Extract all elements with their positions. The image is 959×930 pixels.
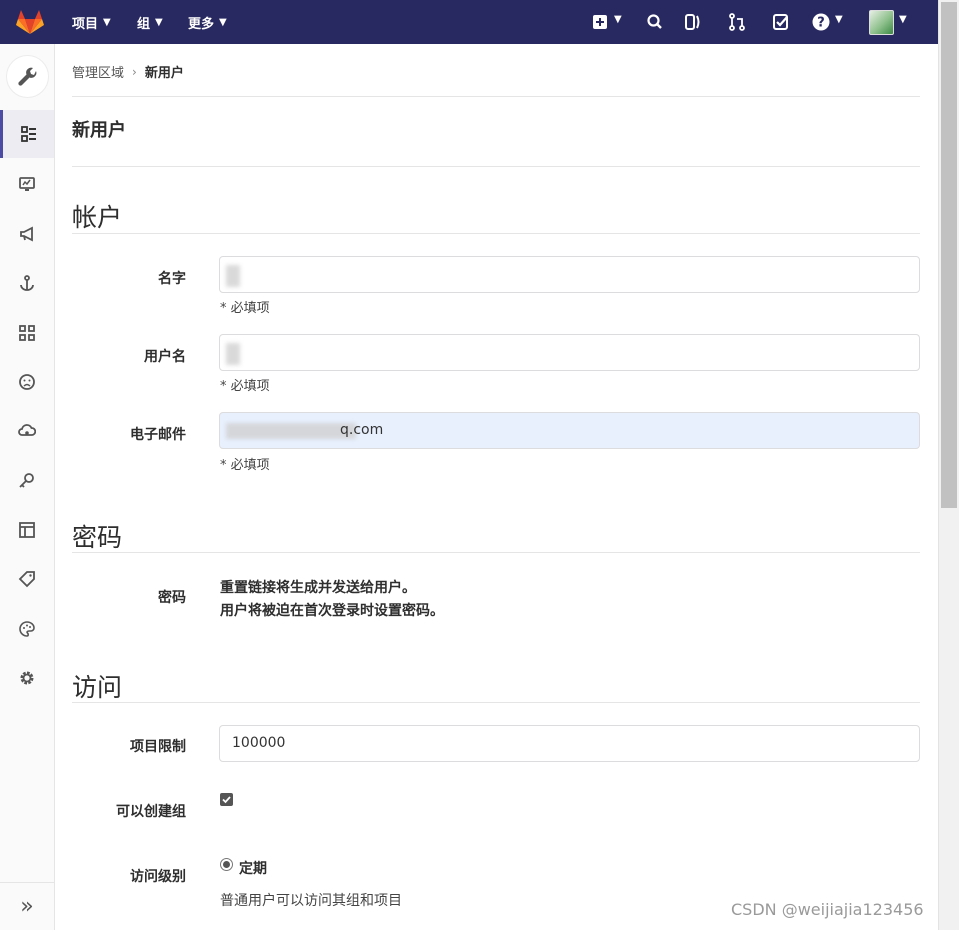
nav-more-label: 更多 (188, 16, 215, 32)
sidebar-abuse-reports-face-icon[interactable] (0, 358, 54, 406)
sidebar-overview-icon[interactable] (0, 110, 54, 158)
password-label: 密码 (158, 590, 186, 606)
chevron-right-icon: › (132, 64, 137, 79)
breadcrumb-admin-area-link[interactable]: 管理区域 (72, 62, 124, 81)
issues-icon[interactable] (683, 12, 703, 32)
redacted-value (226, 343, 240, 365)
nav-groups-label: 组 (137, 16, 151, 32)
merge-request-icon[interactable] (727, 12, 747, 32)
sidebar-collapse-chevrons-icon[interactable]: » (0, 882, 54, 930)
divider (72, 96, 920, 97)
sidebar-applications-grid-icon[interactable] (0, 309, 54, 357)
divider (72, 702, 920, 703)
nav-projects-dropdown[interactable]: 项目 ▼ (72, 0, 111, 44)
divider (72, 233, 920, 234)
sidebar-messages-megaphone-icon[interactable] (0, 210, 54, 258)
todo-check-icon[interactable] (771, 12, 791, 32)
nav-projects-label: 项目 (72, 16, 99, 32)
sidebar-appearance-palette-icon[interactable] (0, 605, 54, 653)
can-create-group-checkbox[interactable] (220, 793, 233, 806)
account-section-title: 帐户 (72, 203, 123, 232)
sidebar-service-templates-icon[interactable] (0, 506, 54, 554)
breadcrumb: 管理区域 › 新用户 (72, 62, 184, 82)
page-scrollbar[interactable] (938, 0, 959, 930)
username-required-hint: * 必填项 (220, 379, 270, 394)
nav-groups-dropdown[interactable]: 组 ▼ (137, 0, 163, 44)
access-level-regular-radio[interactable] (220, 858, 233, 871)
top-navbar: 项目 ▼ 组 ▼ 更多 ▼ ▼ ? ▼ ▼ (0, 0, 938, 44)
chevron-down-icon[interactable]: ▼ (835, 14, 843, 25)
divider (72, 166, 920, 167)
redacted-value (226, 423, 356, 439)
access-section-title: 访问 (72, 673, 123, 702)
projects-limit-label: 项目限制 (130, 739, 186, 755)
username-label: 用户名 (144, 349, 186, 365)
access-level-help: 普通用户可以访问其组和项目 (220, 893, 402, 909)
page-title: 新用户 (72, 120, 126, 141)
chevron-down-icon[interactable]: ▼ (899, 14, 907, 25)
user-avatar[interactable] (869, 10, 894, 35)
name-label: 名字 (158, 271, 186, 287)
projects-limit-input[interactable]: 100000 (219, 725, 920, 762)
help-icon[interactable]: ? (811, 12, 831, 32)
scrollbar-thumb[interactable] (941, 2, 957, 508)
password-note-line2: 用户将被迫在首次登录时设置密码。 (220, 603, 444, 619)
email-input[interactable]: q.com (219, 412, 920, 449)
access-level-regular-label[interactable]: 定期 (239, 858, 267, 878)
watermark: CSDN @weijiajia123456 (731, 900, 924, 919)
nav-more-dropdown[interactable]: 更多 ▼ (188, 0, 227, 44)
sidebar-monitoring-icon[interactable] (0, 160, 54, 208)
name-required-hint: * 必填项 (220, 301, 270, 316)
password-section-title: 密码 (72, 523, 123, 552)
username-input[interactable] (219, 334, 920, 371)
chevron-down-icon: ▼ (155, 16, 163, 28)
chevron-down-icon: ▼ (103, 16, 111, 28)
sidebar-deploy-keys-key-icon[interactable] (0, 457, 54, 505)
redacted-value (226, 265, 240, 287)
name-input[interactable] (219, 256, 920, 293)
sidebar-labels-tag-icon[interactable] (0, 555, 54, 603)
email-label: 电子邮件 (130, 427, 186, 443)
chevron-down-icon[interactable]: ▼ (614, 14, 622, 25)
sidebar-settings-gear-icon[interactable] (0, 654, 54, 702)
sidebar-hooks-anchor-icon[interactable] (0, 259, 54, 307)
admin-wrench-icon[interactable] (6, 55, 49, 98)
divider (72, 552, 920, 553)
admin-sidebar: » (0, 44, 55, 930)
email-required-hint: * 必填项 (220, 458, 270, 473)
can-create-group-label: 可以创建组 (116, 804, 186, 820)
gitlab-logo[interactable] (16, 9, 44, 35)
svg-text:?: ? (817, 16, 825, 31)
search-icon[interactable] (645, 12, 665, 32)
chevron-down-icon: ▼ (219, 16, 227, 28)
sidebar-cloud-gear-icon[interactable] (0, 407, 54, 455)
email-visible-part: q.com (340, 422, 384, 438)
password-note-line1: 重置链接将生成并发送给用户。 (220, 580, 416, 596)
new-item-plus-icon[interactable] (590, 12, 610, 32)
access-level-label: 访问级别 (130, 869, 186, 885)
breadcrumb-current[interactable]: 新用户 (145, 62, 184, 81)
